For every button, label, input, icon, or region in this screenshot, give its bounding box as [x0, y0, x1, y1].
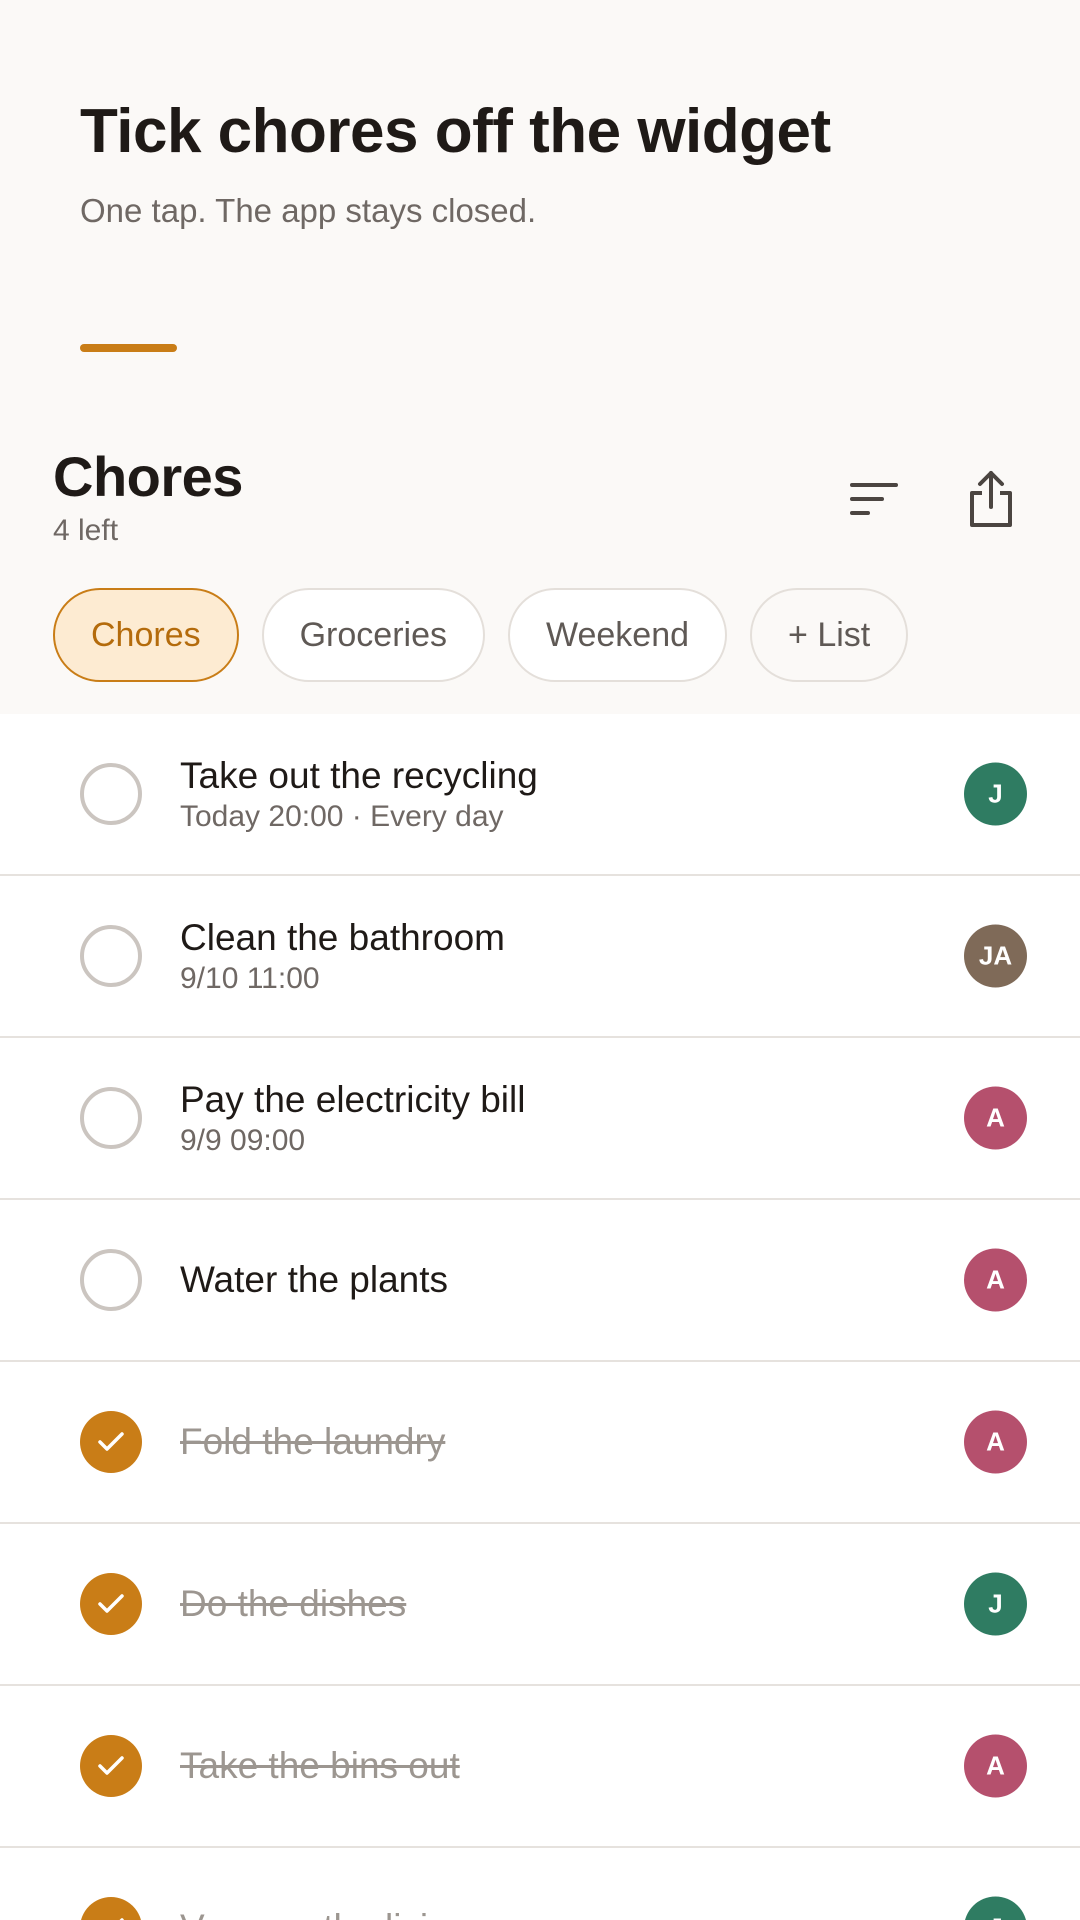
- sort-icon: [850, 483, 898, 515]
- check-icon: [98, 1432, 124, 1451]
- task-title: Water the plants: [180, 1259, 449, 1300]
- task-text: Take out the recycling Today 20:00 · Ever…: [180, 754, 920, 834]
- assignee-avatar: J: [964, 1572, 1027, 1636]
- task-list: Take out the recycling Today 20:00 · Ever…: [0, 714, 1080, 1920]
- assignee-avatar: A: [964, 1086, 1027, 1150]
- task-row[interactable]: Pay the electricity bill 9/9 09:00 A: [0, 1038, 1080, 1200]
- share-icon: [970, 471, 1012, 527]
- task-checkbox[interactable]: [80, 925, 142, 987]
- task-row[interactable]: Fold the laundry A: [0, 1362, 1080, 1524]
- task-checkbox[interactable]: [80, 1897, 142, 1920]
- task-title: Clean the bathroom: [180, 917, 505, 958]
- task-title: Vacuum the living room: [180, 1906, 920, 1920]
- hero-title: Tick chores off the widget: [80, 97, 831, 166]
- assignee-avatar: J: [964, 1896, 1027, 1920]
- share-button[interactable]: [951, 459, 1031, 539]
- list-chip-groceries[interactable]: Groceries: [261, 588, 485, 682]
- task-text: Clean the bathroom 9/10 11:00: [180, 916, 920, 996]
- task-checkbox[interactable]: [80, 1735, 142, 1797]
- list-tabs: Chores Groceries Weekend + List: [53, 588, 909, 682]
- add-list-chip[interactable]: + List: [750, 588, 909, 682]
- assignee-avatar: A: [964, 1410, 1027, 1474]
- task-checkbox[interactable]: [80, 763, 142, 825]
- task-row[interactable]: Water the plants A: [0, 1200, 1080, 1362]
- widget-preview-header: Tick chores off the widget One tap. The …: [0, 0, 1080, 714]
- check-icon: [98, 1756, 124, 1775]
- task-title: Take the bins out: [180, 1745, 460, 1786]
- list-chip-chores[interactable]: Chores: [53, 588, 239, 682]
- list-title: Chores: [53, 445, 243, 508]
- remaining-count: 4 left: [53, 514, 119, 547]
- task-row[interactable]: Take the bins out A: [0, 1686, 1080, 1848]
- task-text: Do the dishes: [180, 1582, 920, 1626]
- assignee-avatar: A: [964, 1248, 1027, 1312]
- task-row[interactable]: Vacuum the living room J: [0, 1848, 1080, 1920]
- task-text: Water the plants: [180, 1258, 920, 1302]
- assignee-avatar: A: [964, 1734, 1027, 1798]
- task-checkbox[interactable]: [80, 1249, 142, 1311]
- task-title: Pay the electricity bill: [180, 1079, 526, 1120]
- task-text: Take the bins out: [180, 1744, 920, 1788]
- hero-accent-bar: [80, 344, 177, 352]
- task-checkbox[interactable]: [80, 1087, 142, 1149]
- task-title: Do the dishes: [180, 1583, 407, 1624]
- check-icon: [119, 1918, 124, 1920]
- task-due: Today 20:00 · Every day: [180, 800, 504, 833]
- task-text: Vacuum the living room: [180, 1906, 920, 1920]
- task-title: Take out the recycling: [180, 755, 538, 796]
- task-text: Fold the laundry: [180, 1420, 920, 1464]
- hero-subtitle: One tap. The app stays closed.: [80, 192, 537, 229]
- task-checkbox[interactable]: [80, 1573, 142, 1635]
- task-checkbox[interactable]: [80, 1411, 142, 1473]
- task-title: Fold the laundry: [180, 1421, 446, 1462]
- task-row[interactable]: Do the dishes J: [0, 1524, 1080, 1686]
- assignee-avatar: J: [964, 762, 1027, 826]
- assignee-avatar: JA: [964, 924, 1027, 988]
- list-chip-weekend[interactable]: Weekend: [507, 588, 728, 682]
- task-due: 9/9 09:00: [180, 1124, 306, 1157]
- task-text: Pay the electricity bill 9/9 09:00: [180, 1078, 920, 1158]
- task-row[interactable]: Clean the bathroom 9/10 11:00 JA: [0, 876, 1080, 1038]
- task-due: 9/10 11:00: [180, 962, 320, 995]
- sort-button[interactable]: [834, 459, 914, 539]
- check-icon: [98, 1594, 124, 1613]
- task-row[interactable]: Take out the recycling Today 20:00 · Ever…: [0, 714, 1080, 876]
